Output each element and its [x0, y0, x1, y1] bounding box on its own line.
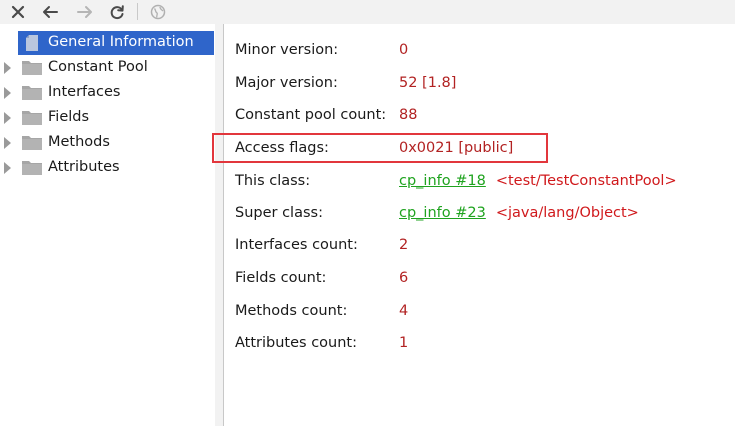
general-information-panel: Minor version: 0 Major version: 52 [1.8]…	[224, 24, 735, 426]
super-class-row: Super class: cp_info #23 <java/lang/Objec…	[224, 202, 735, 226]
methods-count-value: 4	[399, 303, 409, 319]
toolbar-separator	[137, 3, 138, 20]
fields-count-row: Fields count: 6	[224, 267, 735, 291]
expand-arrow-icon[interactable]	[4, 112, 11, 124]
major-version-label: Major version:	[235, 75, 338, 91]
access-flags-label: Access flags:	[235, 140, 329, 156]
arrow-left-icon	[43, 6, 58, 18]
attributes-count-row: Attributes count: 1	[224, 332, 735, 356]
methods-count-label: Methods count:	[235, 303, 348, 319]
attributes-count-value: 1	[399, 335, 409, 351]
super-class-label: Super class:	[235, 205, 323, 221]
this-class-cp-link[interactable]: cp_info #18	[399, 173, 486, 189]
constant-pool-count-label: Constant pool count:	[235, 107, 387, 123]
minor-version-row: Minor version: 0	[224, 39, 735, 63]
super-class-cp-link[interactable]: cp_info #23	[399, 205, 486, 221]
expand-arrow-icon[interactable]	[4, 87, 11, 99]
super-class-value: cp_info #23 <java/lang/Object>	[399, 205, 639, 221]
fields-count-value: 6	[399, 270, 409, 286]
browser-button[interactable]	[146, 0, 170, 24]
access-flags-row: Access flags: 0x0021 [public]	[224, 137, 735, 161]
super-class-name: <java/lang/Object>	[495, 205, 639, 221]
major-version-value: 52 [1.8]	[399, 75, 457, 91]
tree-item-label: Constant Pool	[48, 59, 148, 75]
expand-arrow-icon[interactable]	[4, 162, 11, 174]
back-button[interactable]	[38, 0, 62, 24]
interfaces-count-label: Interfaces count:	[235, 237, 358, 253]
this-class-value: cp_info #18 <test/TestConstantPool>	[399, 173, 677, 189]
interfaces-count-row: Interfaces count: 2	[224, 234, 735, 258]
expand-arrow-icon[interactable]	[4, 137, 11, 149]
close-button[interactable]	[6, 0, 30, 24]
this-class-label: This class:	[235, 173, 311, 189]
structure-tree: General Information Constant Pool Interf…	[0, 24, 215, 426]
forward-button[interactable]	[73, 0, 97, 24]
tree-item-fields[interactable]: Fields	[0, 106, 215, 130]
methods-count-row: Methods count: 4	[224, 300, 735, 324]
tree-item-label: General Information	[48, 34, 194, 50]
folder-icon	[22, 86, 42, 100]
tree-item-label: Attributes	[48, 159, 120, 175]
globe-icon	[150, 4, 166, 20]
constant-pool-count-value: 88	[399, 107, 418, 123]
close-icon	[11, 5, 25, 19]
tree-item-methods[interactable]: Methods	[0, 131, 215, 155]
access-flags-value: 0x0021 [public]	[399, 140, 514, 156]
expand-arrow-icon[interactable]	[4, 62, 11, 74]
tree-item-interfaces[interactable]: Interfaces	[0, 81, 215, 105]
this-class-row: This class: cp_info #18 <test/TestConstan…	[224, 170, 735, 194]
tree-item-attributes[interactable]: Attributes	[0, 156, 215, 180]
folder-icon	[22, 136, 42, 150]
fields-count-label: Fields count:	[235, 270, 327, 286]
constant-pool-count-row: Constant pool count: 88	[224, 104, 735, 128]
attributes-count-label: Attributes count:	[235, 335, 357, 351]
file-icon	[26, 35, 38, 51]
arrow-right-icon	[77, 6, 92, 18]
interfaces-count-value: 2	[399, 237, 409, 253]
folder-icon	[22, 161, 42, 175]
minor-version-label: Minor version:	[235, 42, 339, 58]
tree-item-general-information[interactable]: General Information	[0, 31, 215, 55]
this-class-name: <test/TestConstantPool>	[495, 173, 677, 189]
tree-item-constant-pool[interactable]: Constant Pool	[0, 56, 215, 80]
refresh-icon	[110, 5, 124, 20]
tree-item-label: Methods	[48, 134, 110, 150]
folder-icon	[22, 61, 42, 75]
splitter[interactable]	[215, 24, 224, 426]
minor-version-value: 0	[399, 42, 409, 58]
toolbar	[0, 0, 735, 24]
refresh-button[interactable]	[105, 0, 129, 24]
major-version-row: Major version: 52 [1.8]	[224, 72, 735, 96]
tree-item-label: Interfaces	[48, 84, 121, 100]
folder-icon	[22, 111, 42, 125]
tree-item-label: Fields	[48, 109, 90, 125]
